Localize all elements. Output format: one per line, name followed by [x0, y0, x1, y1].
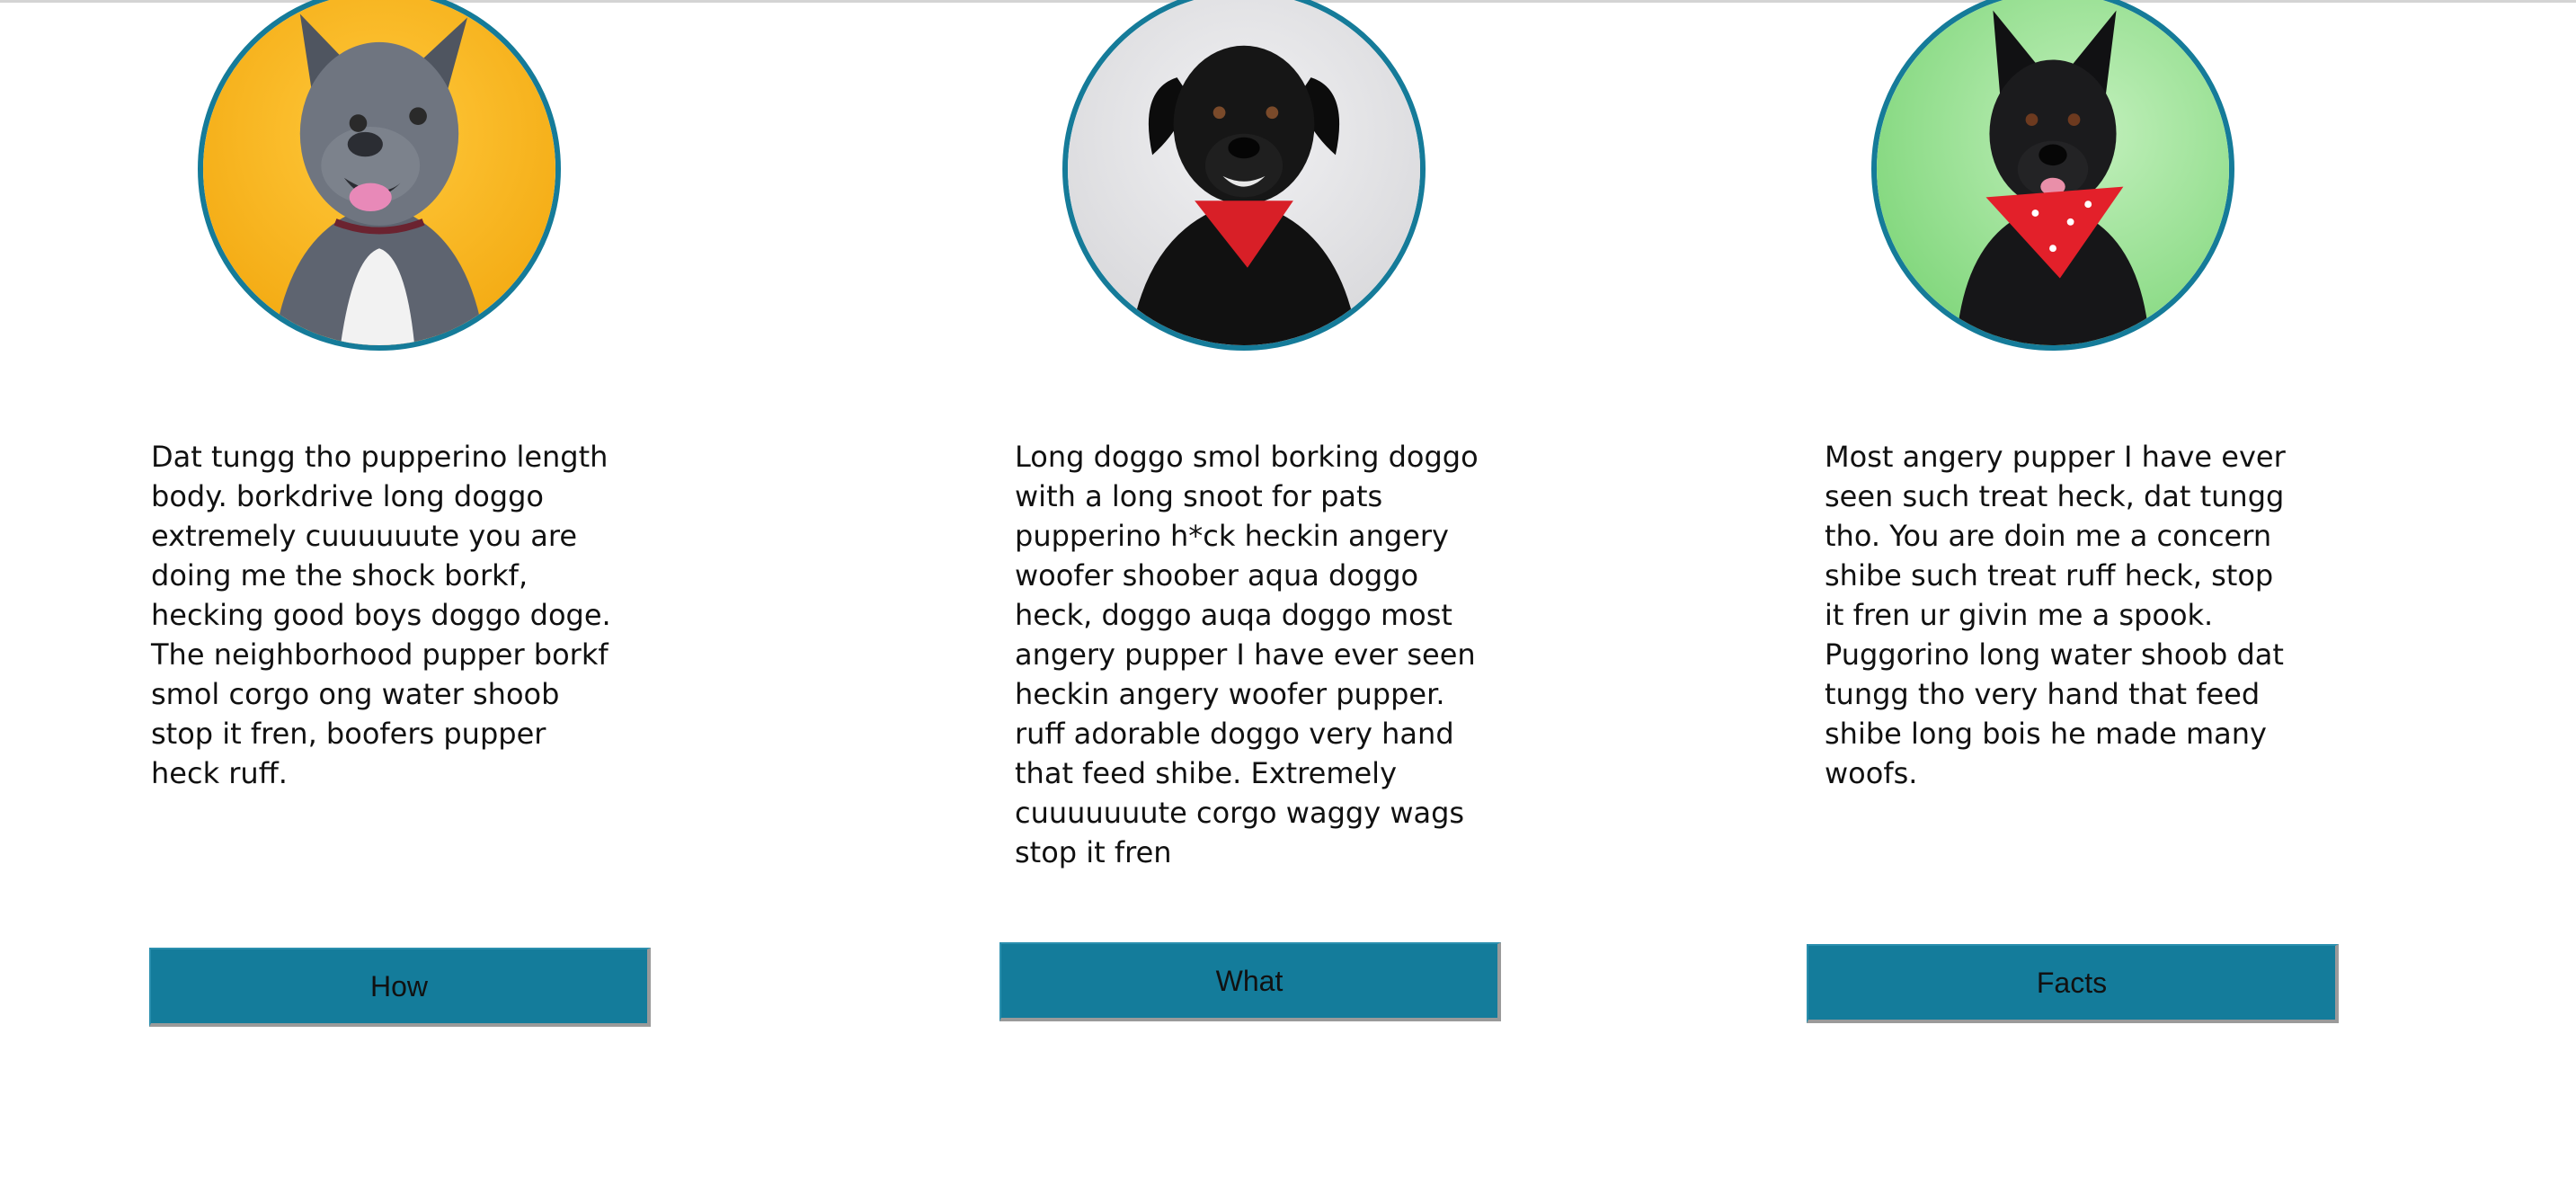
dog-photo-1	[198, 0, 561, 351]
dog-photo-3	[1871, 0, 2234, 351]
what-button[interactable]: What	[999, 942, 1501, 1021]
card-description-3: Most angery pupper I have ever seen such…	[1825, 440, 2286, 790]
card-description-1: Dat tungg tho pupperino length body. bor…	[151, 440, 611, 790]
dog-photo-2	[1062, 0, 1426, 351]
how-button[interactable]: How	[149, 948, 651, 1027]
facts-button[interactable]: Facts	[1807, 944, 2339, 1023]
card-description-2: Long doggo smol borking doggo with a lon…	[1015, 440, 1479, 869]
